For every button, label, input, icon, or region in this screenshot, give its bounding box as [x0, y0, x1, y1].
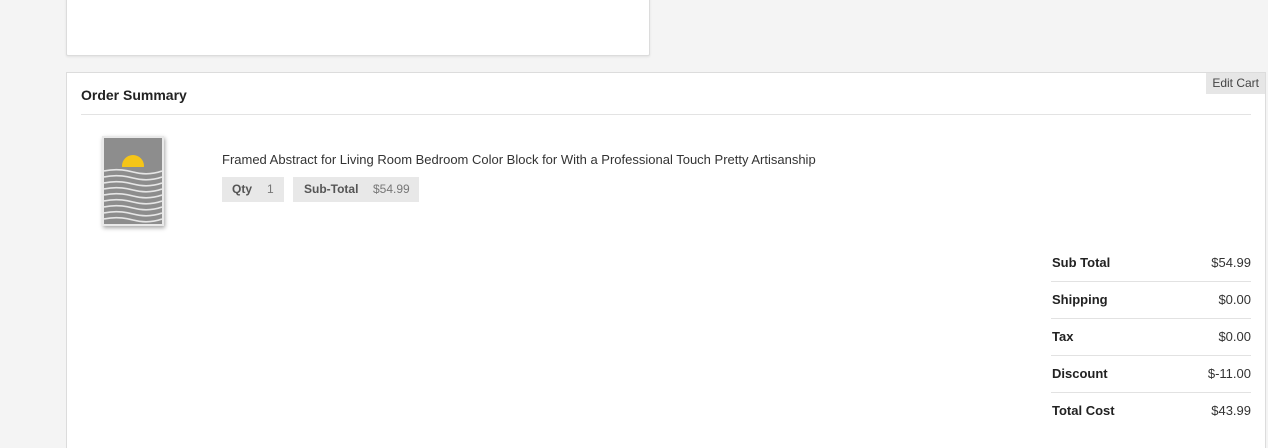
totals-row-total-cost: Total Cost $43.99	[1051, 393, 1251, 429]
totals-label: Tax	[1052, 329, 1074, 344]
qty-value: 1	[267, 182, 274, 196]
quantity-chip: Qty 1	[222, 177, 284, 202]
title-divider	[81, 114, 1251, 115]
totals-value: $-11.00	[1207, 366, 1251, 381]
totals-row-discount: Discount $-11.00	[1051, 356, 1251, 393]
totals-label: Total Cost	[1052, 403, 1115, 418]
totals-label: Shipping	[1052, 292, 1108, 307]
product-name[interactable]: Framed Abstract for Living Room Bedroom …	[222, 152, 816, 167]
totals-value: $43.99	[1211, 403, 1251, 418]
totals-label: Sub Total	[1052, 255, 1111, 270]
edit-cart-button[interactable]: Edit Cart	[1206, 73, 1265, 94]
totals-value: $54.99	[1211, 255, 1251, 270]
item-subtotal-chip: Sub-Total $54.99	[293, 177, 419, 202]
previous-section-panel	[66, 0, 650, 56]
item-subtotal-label: Sub-Total	[304, 182, 359, 196]
totals-value: $0.00	[1218, 292, 1251, 307]
product-thumbnail[interactable]	[102, 136, 164, 226]
checkout-page: Edit Cart Order Summary Framed Abstract …	[0, 0, 1268, 448]
order-summary-title: Order Summary	[81, 87, 187, 103]
totals-label: Discount	[1052, 366, 1108, 381]
totals-row-tax: Tax $0.00	[1051, 319, 1251, 356]
qty-label: Qty	[232, 182, 253, 196]
order-summary-panel: Edit Cart Order Summary Framed Abstract …	[66, 72, 1266, 448]
framed-abstract-art-icon	[104, 138, 162, 224]
item-subtotal-value: $54.99	[373, 182, 410, 196]
totals-value: $0.00	[1218, 329, 1251, 344]
totals-row-subtotal: Sub Total $54.99	[1051, 245, 1251, 282]
order-totals: Sub Total $54.99 Shipping $0.00 Tax $0.0…	[1051, 245, 1251, 429]
totals-row-shipping: Shipping $0.00	[1051, 282, 1251, 319]
